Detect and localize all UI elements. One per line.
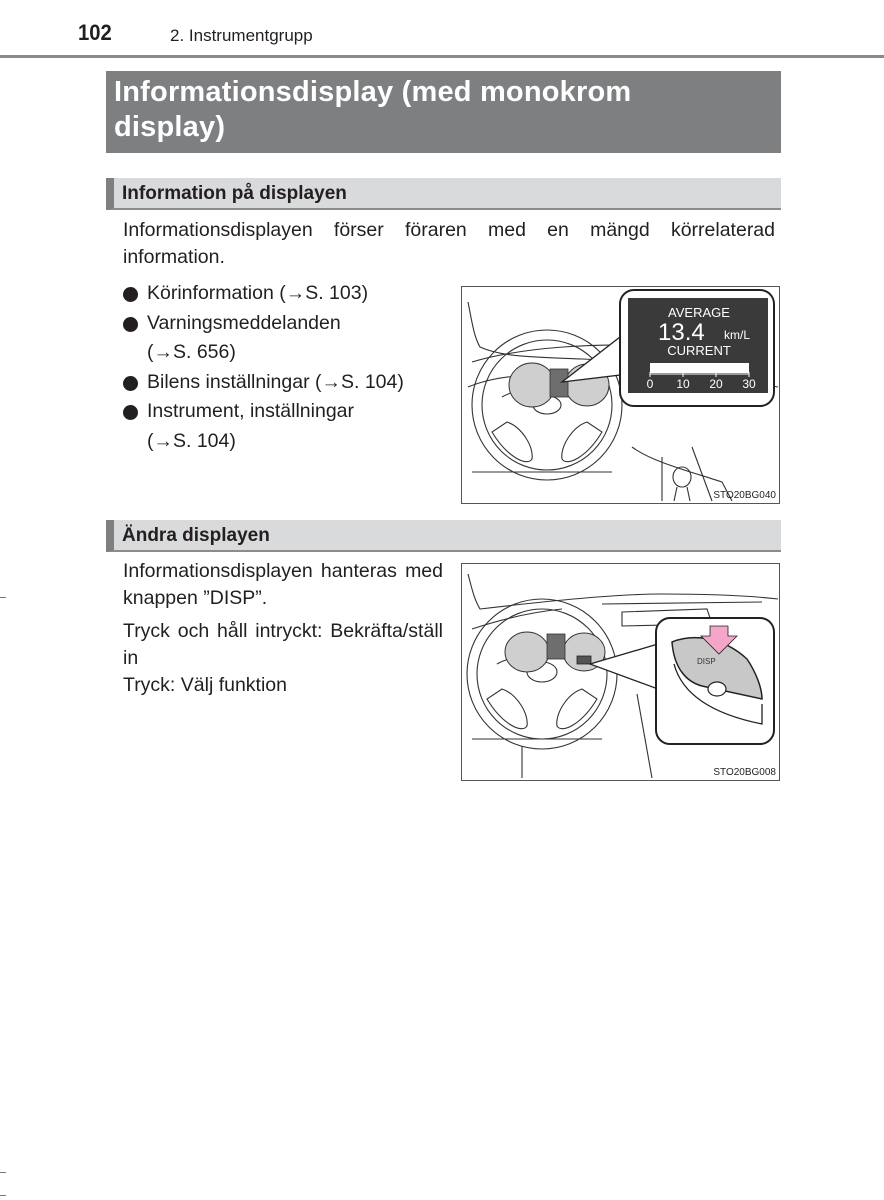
spoke-right [561,421,603,463]
bullet-text: Instrument, inställningar (→S. 104) [147,400,355,452]
bullet-item: Körinformation (→S. 103) [123,279,443,309]
display-label-average: AVERAGE [668,305,730,320]
scale-tick-label: 30 [742,377,756,391]
gear-knob [672,466,692,488]
margin-tick [0,1172,6,1173]
spoke-left [486,688,528,730]
bullet-text: Varningsmeddelanden (→S. 656) [147,311,341,364]
bullet-dot-icon [123,405,138,420]
display-label-current: CURRENT [667,343,731,358]
gauge-left [504,631,550,673]
bullet-text: Bilens inställningar (→S. 104) [147,370,404,393]
consumption-bar-fill [650,363,749,373]
dash-line [601,601,763,605]
page-title: Informationsdisplay (med monokrom displa… [106,71,781,153]
figure-disp-button: DISP STO20BG008 [461,563,780,781]
scale-tick-label: 0 [647,377,654,391]
section2-para-3: Tryck: Välj funktion [123,674,287,696]
chapter-title: 2. Instrumentgrupp [170,26,313,45]
display-value: 13.4 [658,319,705,346]
header-divider [0,55,884,58]
page-title-line-2: display) [114,111,226,143]
scale-tick-label: 20 [709,377,723,391]
dash-line [471,608,563,630]
bullet-item: Varningsmeddelanden (→S. 656) [123,309,443,368]
section2-para-2: Tryck och håll intryckt: Bekräfta/ställ … [123,620,443,669]
disp-button-label: DISP [697,657,716,666]
page-number: 102 [78,20,112,45]
steering-wheel-inner [476,608,608,740]
console-line [636,693,653,779]
figure-information-display: AVERAGE 13.4 km/L CURRENT 0 10 20 30 STO20B… [461,286,780,504]
bullet-dot-icon [123,287,138,302]
section1-intro: Informationsdisplayen förser föraren med… [123,219,775,268]
cluster-display-highlight [549,368,569,398]
page-title-line-1: Informationsdisplay (med monokrom [114,76,632,108]
info-bullet-list: Körinformation (→S. 103) Varningsmeddela… [123,279,443,456]
disp-switch-small [576,655,592,665]
spoke-left [491,421,533,463]
gauge-left [508,362,556,408]
section-heading-information: Information på displayen [106,178,781,210]
para-text: Informationsdisplayen hanteras med knapp… [123,560,443,609]
display-unit: km/L [724,328,750,342]
bullet-item: Instrument, inställningar (→S. 104) [123,397,443,456]
cluster-display-highlight [546,633,566,660]
margin-tick [0,1195,6,1196]
scale-tick-label: 10 [676,377,690,391]
bullet-item: Bilens inställningar (→S. 104) [123,368,443,398]
steering-switch-illustration: DISP [466,573,778,779]
bullet-dot-icon [123,375,138,391]
margin-tick [0,597,6,598]
bullet-text: Körinformation (→S. 103) [147,282,369,304]
figure-code: STO20BG040 [713,490,776,501]
spoke-right [556,688,598,730]
steering-wheel-outer [466,598,618,750]
bullet-dot-icon [123,316,138,332]
switch-lower-button [707,681,727,697]
section-heading-change-display: Ändra displayen [106,520,781,552]
section2-para-1: Informationsdisplayen hanteras med knapp… [123,558,443,612]
figure-code: STO20BG008 [713,767,776,778]
dashboard-illustration: AVERAGE 13.4 km/L CURRENT 0 10 20 30 [467,289,778,502]
gear-shaft [673,486,691,502]
